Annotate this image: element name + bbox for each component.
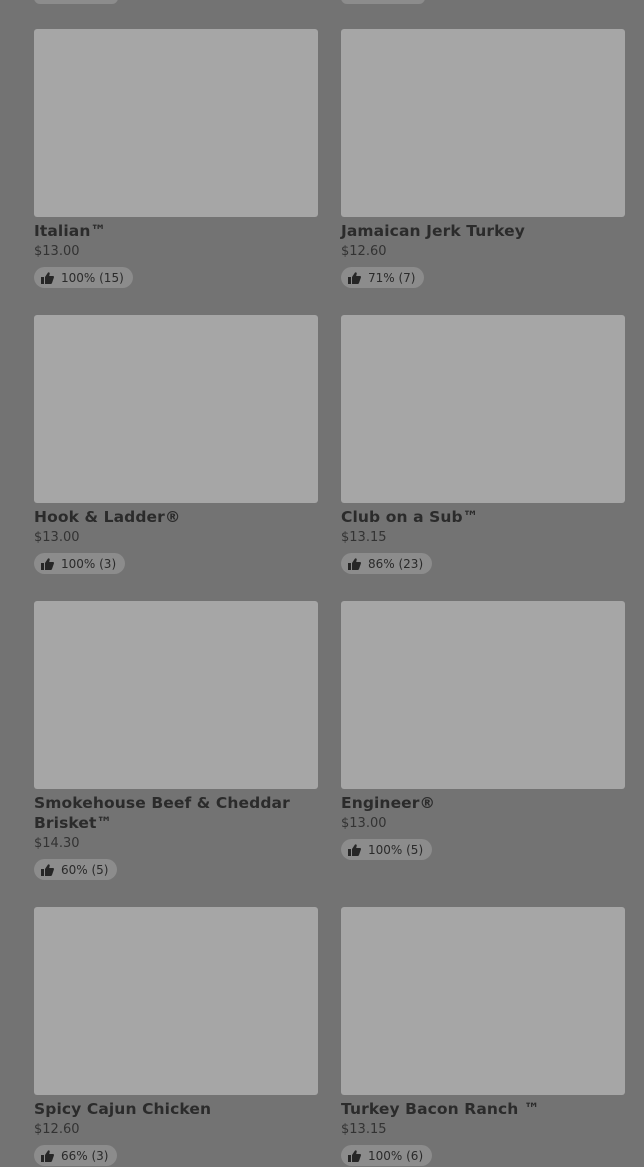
previous-row-rating-pill (341, 0, 425, 4)
product-price: $13.00 (34, 530, 80, 545)
rating-badge: 100% (15) (34, 267, 133, 288)
product-name[interactable]: Italian™ (34, 221, 318, 241)
product-card-spicy-cajun-chicken[interactable]: Spicy Cajun Chicken $12.60 66% (3) (34, 907, 318, 1166)
thumbs-up-icon (348, 557, 361, 570)
product-card-club-on-a-sub[interactable]: Club on a Sub™ $13.15 86% (23) (341, 315, 625, 574)
product-card-hook-and-ladder[interactable]: Hook & Ladder® $13.00 100% (3) (34, 315, 318, 574)
product-name[interactable]: Spicy Cajun Chicken (34, 1099, 318, 1119)
product-image[interactable] (341, 907, 625, 1095)
thumbs-up-icon (348, 271, 361, 284)
product-image[interactable] (341, 601, 625, 789)
product-price: $13.00 (341, 816, 387, 831)
product-card-smokehouse-brisket[interactable]: Smokehouse Beef & Cheddar Brisket™ $14.3… (34, 601, 318, 880)
rating-badge: 100% (5) (341, 839, 433, 860)
product-image[interactable] (34, 601, 318, 789)
rating-text: 100% (5) (368, 842, 424, 857)
product-name[interactable]: Club on a Sub™ (341, 507, 625, 527)
product-name[interactable]: Turkey Bacon Ranch ™ (341, 1099, 625, 1119)
product-price: $14.30 (34, 836, 80, 851)
rating-text: 100% (3) (61, 556, 117, 571)
rating-text: 100% (15) (61, 270, 124, 285)
product-image[interactable] (34, 907, 318, 1095)
product-price: $12.60 (34, 1122, 80, 1137)
product-card-jamaican-jerk-turkey[interactable]: Jamaican Jerk Turkey $12.60 71% (7) (341, 29, 625, 288)
rating-text: 86% (23) (368, 556, 424, 571)
product-price: $12.60 (341, 244, 387, 259)
product-card-turkey-bacon-ranch[interactable]: Turkey Bacon Ranch ™ $13.15 100% (6) (341, 907, 625, 1166)
product-price: $13.00 (34, 244, 80, 259)
product-name[interactable]: Engineer® (341, 793, 625, 813)
rating-badge: 71% (7) (341, 267, 425, 288)
rating-badge: 60% (5) (34, 859, 118, 880)
thumbs-up-icon (348, 843, 361, 856)
thumbs-up-icon (348, 1149, 361, 1162)
product-image[interactable] (34, 29, 318, 217)
rating-badge: 66% (3) (34, 1145, 118, 1166)
rating-text: 71% (7) (368, 270, 416, 285)
rating-text: 66% (3) (61, 1148, 109, 1163)
thumbs-up-icon (41, 1149, 54, 1162)
product-image[interactable] (34, 315, 318, 503)
product-card-engineer[interactable]: Engineer® $13.00 100% (5) (341, 601, 625, 860)
thumbs-up-icon (41, 271, 54, 284)
product-name[interactable]: Smokehouse Beef & Cheddar Brisket™ (34, 793, 318, 833)
rating-badge: 100% (3) (34, 553, 126, 574)
product-image[interactable] (341, 315, 625, 503)
rating-badge: 100% (6) (341, 1145, 433, 1166)
rating-text: 60% (5) (61, 862, 109, 877)
rating-text: 100% (6) (368, 1148, 424, 1163)
thumbs-up-icon (41, 863, 54, 876)
product-card-italian[interactable]: Italian™ $13.00 100% (15) (34, 29, 318, 288)
thumbs-up-icon (41, 557, 54, 570)
product-image[interactable] (341, 29, 625, 217)
product-name[interactable]: Hook & Ladder® (34, 507, 318, 527)
product-name[interactable]: Jamaican Jerk Turkey (341, 221, 625, 241)
product-price: $13.15 (341, 1122, 387, 1137)
previous-row-rating-pill (34, 0, 118, 4)
product-price: $13.15 (341, 530, 387, 545)
rating-badge: 86% (23) (341, 553, 433, 574)
